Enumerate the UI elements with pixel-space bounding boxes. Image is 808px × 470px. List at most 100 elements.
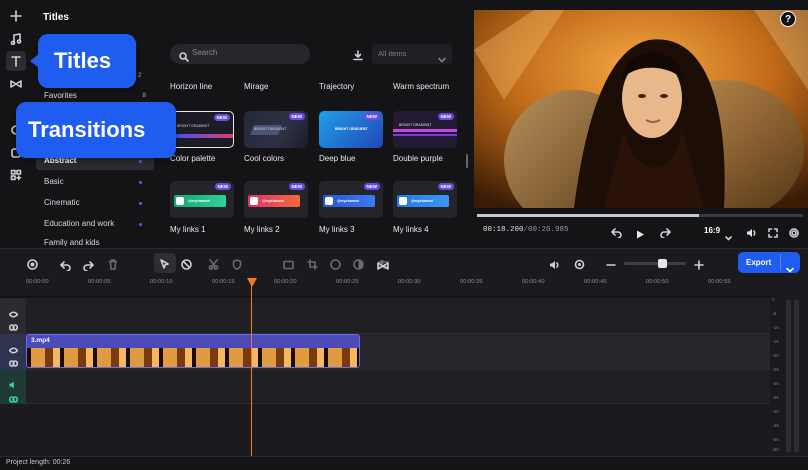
- timecode: 00:18.200/00:26.985: [483, 226, 569, 234]
- title-item-horizon-line[interactable]: Horizon line: [170, 82, 212, 91]
- caption-icon[interactable]: [283, 257, 294, 275]
- thumb-my-links-1[interactable]: @mychannel NEW: [170, 181, 234, 218]
- video-editor-app: { "library": { "title": "Titles", "searc…: [0, 0, 808, 470]
- playhead[interactable]: [251, 278, 252, 456]
- ruler-tick: 00:00:30: [398, 279, 421, 285]
- category-label: Basic: [44, 177, 64, 186]
- magnet-icon[interactable]: [574, 257, 585, 275]
- zoom-slider[interactable]: [624, 262, 686, 265]
- thumb-text: @mychannel: [188, 199, 211, 203]
- undo-icon[interactable]: [60, 258, 71, 276]
- meter-tick: -25: [772, 368, 779, 373]
- video-frame-image: [474, 10, 808, 208]
- apps-icon[interactable]: [6, 165, 26, 185]
- zoom-in-icon[interactable]: [694, 257, 704, 275]
- ruler-tick: 00:00:40: [522, 279, 545, 285]
- search-input[interactable]: [170, 44, 310, 64]
- title-item-trajectory[interactable]: Trajectory: [319, 82, 354, 91]
- timeline-empty-area[interactable]: [0, 404, 770, 456]
- playhead-handle[interactable]: [247, 278, 257, 287]
- thumb-deep-blue[interactable]: BRIGHT GRADIENT NEW: [319, 111, 383, 148]
- library-scrollbar[interactable]: [466, 154, 468, 168]
- music-icon[interactable]: [6, 29, 26, 49]
- export-chevron-icon[interactable]: [786, 260, 794, 278]
- meter-tick: -60: [772, 448, 779, 453]
- ruler-tick: 00:00:20: [274, 279, 297, 285]
- title-item-my-links-1[interactable]: My links 1: [170, 225, 206, 234]
- track-header-video: [0, 334, 26, 370]
- thumb-double-purple[interactable]: BRIGHT GRADIENT NEW: [393, 111, 457, 148]
- title-item-double-purple[interactable]: Double purple: [393, 154, 443, 163]
- meter-tick: -20: [772, 354, 779, 359]
- clip-name: 3.mp4: [31, 337, 50, 344]
- zoom-slider-handle[interactable]: [658, 259, 667, 268]
- speed-icon[interactable]: [330, 257, 341, 275]
- shield-icon[interactable]: [232, 257, 242, 275]
- callout-label: Titles: [54, 48, 112, 73]
- video-preview[interactable]: [474, 10, 808, 208]
- thumb-my-links-2[interactable]: @mychannel NEW: [244, 181, 308, 218]
- title-item-warm-spectrum[interactable]: Warm spectrum: [393, 82, 449, 91]
- category-family[interactable]: Family and kids: [42, 236, 152, 246]
- meter-tick: -50: [772, 438, 779, 443]
- thumb-my-links-3[interactable]: @mychannel NEW: [319, 181, 383, 218]
- step-forward-icon[interactable]: [660, 225, 671, 243]
- thumb-my-links-4[interactable]: @mychannel NEW: [393, 181, 457, 218]
- audio-track[interactable]: [26, 370, 770, 404]
- ruler-tick: 00:00:50: [646, 279, 669, 285]
- track-header-audio: [0, 370, 26, 404]
- category-cinematic[interactable]: Cinematic: [42, 194, 152, 212]
- audio-icon[interactable]: [549, 257, 560, 275]
- ruler-tick: 00:00:45: [584, 279, 607, 285]
- ripple-icon[interactable]: [181, 257, 192, 275]
- title-item-cool-colors[interactable]: Cool colors: [244, 154, 284, 163]
- fullscreen-icon[interactable]: [768, 225, 778, 243]
- step-back-icon[interactable]: [611, 225, 622, 243]
- help-icon[interactable]: ?: [780, 11, 796, 27]
- titles-callout-badge: Titles: [38, 34, 136, 88]
- playback-progress-fill: [477, 214, 699, 217]
- color-icon[interactable]: [353, 257, 364, 275]
- title-item-my-links-3[interactable]: My links 3: [319, 225, 355, 234]
- category-label: Favorites: [44, 91, 77, 100]
- title-item-mirage[interactable]: Mirage: [244, 82, 268, 91]
- export-divider: [780, 254, 781, 271]
- meter-tick: -10: [772, 326, 779, 331]
- category-education[interactable]: Education and work: [42, 215, 152, 233]
- ruler-tick: 00:00:15: [212, 279, 235, 285]
- callout-label: Transitions: [28, 117, 146, 142]
- title-item-my-links-2[interactable]: My links 2: [244, 225, 280, 234]
- text-icon[interactable]: [6, 51, 26, 71]
- delete-icon[interactable]: [108, 257, 118, 275]
- category-basic[interactable]: Basic: [42, 173, 152, 191]
- new-badge: NEW: [363, 113, 380, 120]
- transition-tool-icon[interactable]: [377, 258, 389, 276]
- volume-icon[interactable]: [746, 225, 757, 243]
- video-clip[interactable]: 3.mp4: [26, 334, 360, 368]
- title-item-my-links-4[interactable]: My links 4: [393, 225, 429, 234]
- plus-icon[interactable]: [6, 6, 26, 26]
- thumb-text: @mychannel: [411, 199, 434, 203]
- title-item-deep-blue[interactable]: Deep blue: [319, 154, 355, 163]
- new-badge: NEW: [288, 183, 305, 190]
- redo-icon[interactable]: [83, 258, 94, 276]
- scissors-icon[interactable]: [208, 257, 219, 275]
- settings-icon[interactable]: [789, 225, 799, 243]
- thumb-color-palette[interactable]: BRIGHT GRADIENT NEW: [170, 111, 234, 148]
- download-icon[interactable]: [353, 48, 363, 66]
- crop-icon[interactable]: [307, 257, 318, 275]
- transitions-icon[interactable]: [6, 74, 26, 94]
- title-track[interactable]: [26, 298, 770, 334]
- play-icon[interactable]: [636, 226, 645, 244]
- record-icon[interactable]: [27, 257, 38, 275]
- thumb-cool-colors[interactable]: BRIGHT GRADIENT NEW: [244, 111, 308, 148]
- title-item-color-palette[interactable]: Color palette: [170, 154, 215, 163]
- meter-tick: -5: [772, 312, 777, 317]
- timeline-ruler[interactable]: 00:00:00 00:00:05 00:00:10 00:00:15 00:0…: [0, 278, 808, 296]
- audio-level-meter: 0 -5 -10 -15 -20 -25 -30 -35 -40 -45 -50…: [770, 296, 808, 456]
- zoom-out-icon[interactable]: [606, 257, 616, 275]
- ruler-tick: 00:00:55: [708, 279, 731, 285]
- aspect-ratio-selector[interactable]: 16:9: [704, 226, 720, 235]
- thumb-text: BRIGHT GRADIENT: [399, 123, 432, 127]
- cursor-icon[interactable]: [160, 257, 170, 275]
